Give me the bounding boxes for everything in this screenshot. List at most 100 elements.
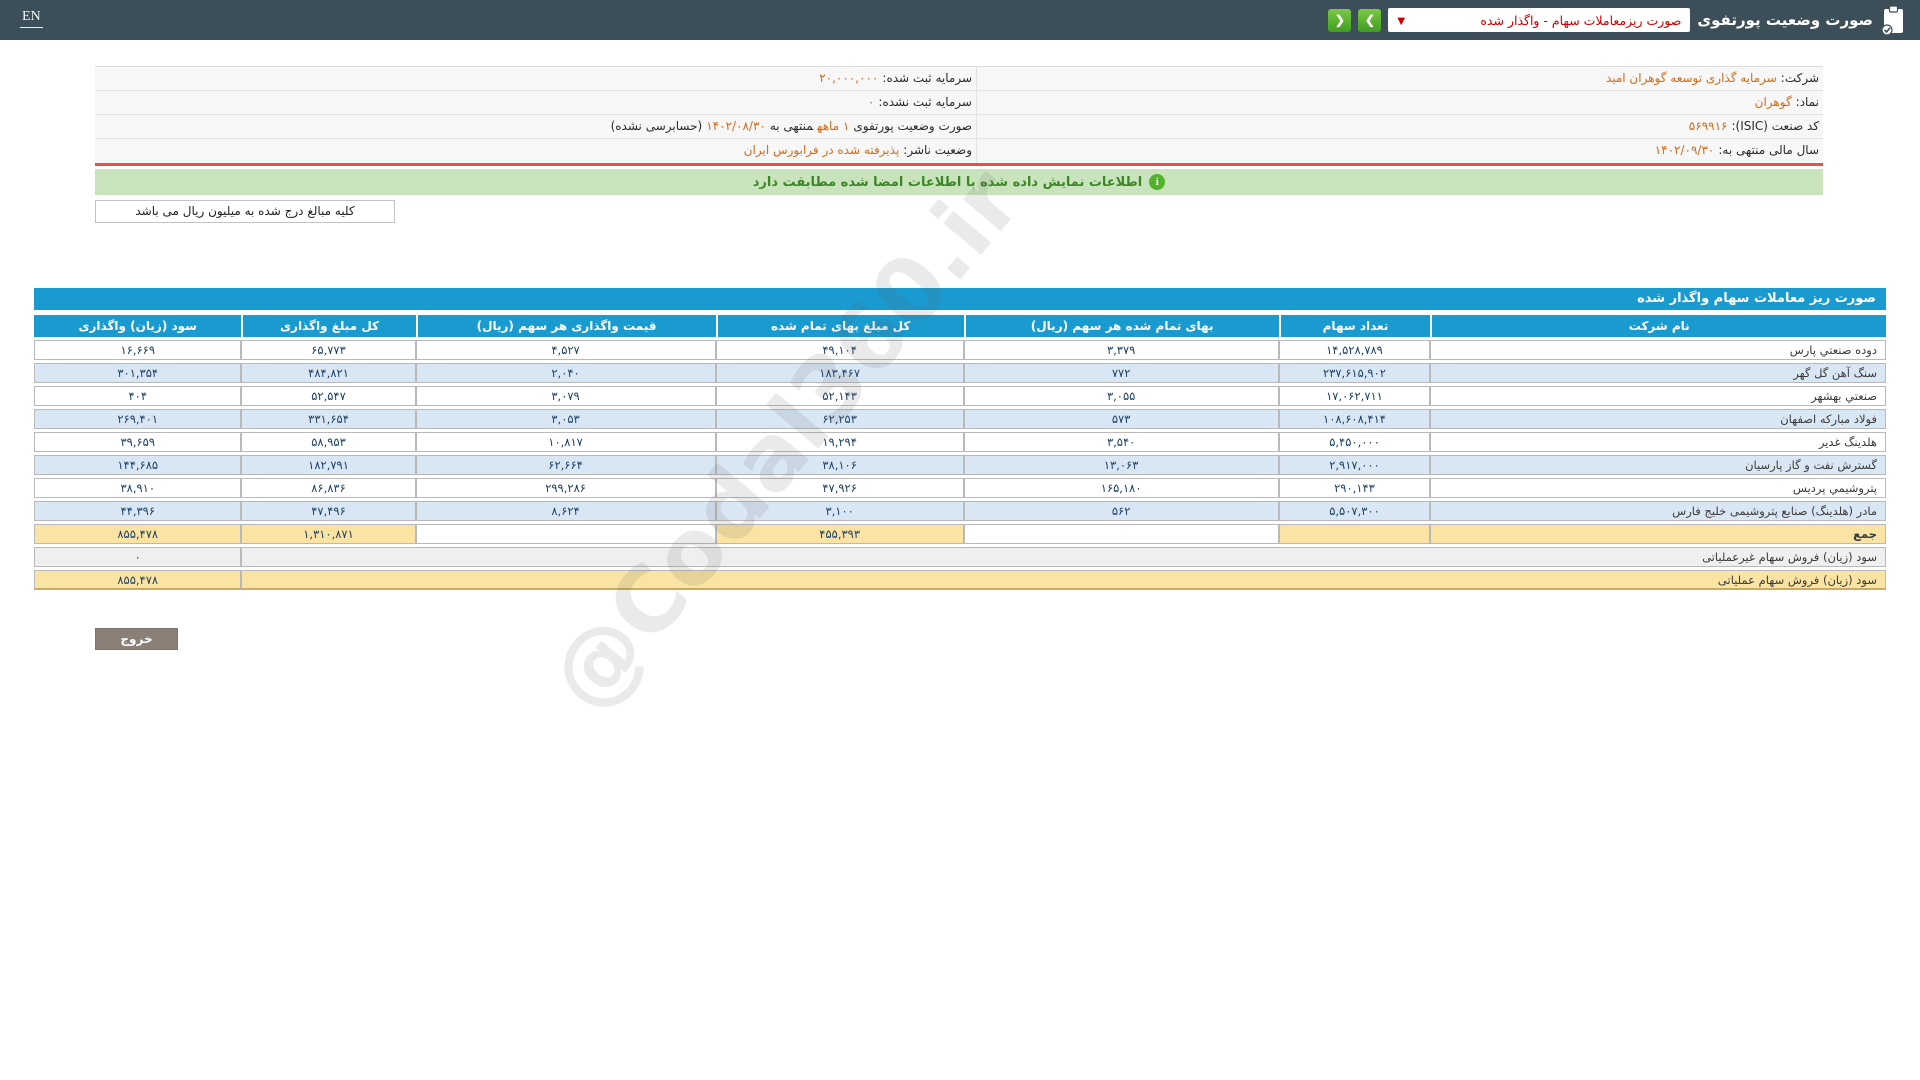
value-cell: ۵,۵۰۷,۳۰۰ (1278, 501, 1431, 521)
table-row: فولاد مبارکه اصفهان ۱۰۸,۶۰۸,۴۱۴ ۵۷۳ ۶۲,۲۵۳ ۳… (34, 409, 1886, 429)
exit-button[interactable]: خروج (95, 628, 178, 650)
info-cell-company-side: شرکت:سرمایه گذاری توسعه گوهران امید (976, 67, 1823, 90)
info-label: نماد: (1795, 95, 1819, 109)
value-cell: ۲۹۹,۲۸۶ (415, 478, 716, 498)
info-value: ۱۴۰۲/۰۸/۳۰ (706, 119, 766, 133)
summary-row: سود (زیان) فروش سهام عملیاتی ۸۵۵,۴۷۸ (34, 570, 1886, 590)
value-cell: ۱۸۳,۴۶۷ (715, 363, 964, 383)
column-header: قیمت واگذاری هر سهم (ریال) (415, 315, 716, 337)
value-cell: ۶۲,۶۶۴ (415, 455, 716, 475)
value-cell: ۸۶,۸۳۶ (241, 478, 416, 498)
column-header: بهای تمام شده هر سهم (ریال) (963, 315, 1279, 337)
info-value: ۲۰,۰۰۰,۰۰۰ (819, 71, 879, 85)
summary-label-cell: سود (زیان) فروش سهام عملیاتی (241, 570, 1886, 590)
value-cell: ۴۸۴,۸۲۱ (241, 363, 416, 383)
table-row: صنعتي بهشهر ۱۷,۰۶۲,۷۱۱ ۳,۰۵۵ ۵۲,۱۴۳ ۳,۰۷۹ ۵۲,… (34, 386, 1886, 406)
column-header: کل مبلغ بهای تمام شده (715, 315, 964, 337)
value-cell: ۴,۵۲۷ (415, 340, 716, 360)
company-name-cell: دوده صنعتي پارس (1430, 340, 1886, 360)
info-value: ۱۴۰۲/۰۹/۳۰ (1654, 143, 1715, 157)
value-cell: ۱۶,۶۶۹ (34, 340, 242, 360)
value-cell: ۱۴۴,۶۸۵ (34, 455, 242, 475)
value-cell: ۱۰۸,۶۰۸,۴۱۴ (1278, 409, 1431, 429)
next-statement-button[interactable]: ❯ (1358, 8, 1382, 32)
total-value-cell: ۴۵۵,۳۹۳ (715, 524, 964, 544)
company-info-table: شرکت:سرمایه گذاری توسعه گوهران امید سرمای… (95, 66, 1823, 166)
value-cell: ۳,۰۷۹ (415, 386, 716, 406)
language-switch-en[interactable]: EN (20, 9, 43, 28)
info-value: ۱ ماهه (817, 119, 850, 133)
value-cell: ۱۶۵,۱۸۰ (963, 478, 1279, 498)
info-cell-capital-side: وضعیت ناشر:پذیرفته شده در فرابورس ایران (95, 139, 976, 163)
statement-type-dropdown[interactable]: صورت ریزمعاملات سهام - واگذار شده ▼ (1388, 8, 1691, 32)
signed-data-banner-text: اطلاعات نمایش داده شده با اطلاعات امضا ش… (752, 174, 1143, 190)
value-cell: ۳۹,۶۵۹ (34, 432, 242, 452)
table-row: گسترش نفت و گاز پارسیان ۲,۹۱۷,۰۰۰ ۱۳,۰۶۳ ۳۸… (34, 455, 1886, 475)
value-cell: ۲۶۹,۴۰۱ (34, 409, 242, 429)
total-value-cell (415, 524, 716, 544)
info-value: پذیرفته شده در فرابورس ایران (743, 143, 900, 157)
table-title: صورت ریز معاملات سهام واگذار شده (34, 288, 1886, 310)
value-cell: ۵۲,۵۴۷ (241, 386, 416, 406)
company-name-cell: سنگ آهن گل گهر (1430, 363, 1886, 383)
currency-unit-note: کلیه مبالغ درج شده به میلیون ریال می باش… (95, 200, 395, 223)
divested-shares-table: نام شرکت تعداد سهام بهای تمام شده هر سهم (… (34, 312, 1886, 593)
value-cell: ۱۴,۵۲۸,۷۸۹ (1278, 340, 1431, 360)
info-row: شرکت:سرمایه گذاری توسعه گوهران امید سرمای… (95, 67, 1823, 91)
info-label: منتهی به (769, 119, 814, 133)
info-label: سرمایه ثبت شده: (882, 71, 972, 85)
value-cell: ۳۸,۹۱۰ (34, 478, 242, 498)
divested-shares-section: صورت ریز معاملات سهام واگذار شده نام شرک… (34, 288, 1886, 593)
table-row: سنگ آهن گل گهر ۲۳۷,۶۱۵,۹۰۲ ۷۷۲ ۱۸۳,۴۶۷ ۲,۰۴۰… (34, 363, 1886, 383)
info-row: نماد:گوهران سرمایه ثبت نشده:۰ (95, 91, 1823, 115)
value-cell: ۴۹,۱۰۴ (715, 340, 964, 360)
company-name-cell: گسترش نفت و گاز پارسیان (1430, 455, 1886, 475)
value-cell: ۴۰۴ (34, 386, 242, 406)
info-cell-capital-side: سرمایه ثبت نشده:۰ (95, 91, 976, 114)
value-cell: ۳,۳۷۹ (963, 340, 1279, 360)
company-name-cell: پتروشیمي پردیس (1430, 478, 1886, 498)
total-value-cell: ۸۵۵,۴۷۸ (34, 524, 242, 544)
value-cell: ۵۸,۹۵۳ (241, 432, 416, 452)
signed-data-banner: i اطلاعات نمایش داده شده با اطلاعات امضا… (95, 169, 1823, 195)
value-cell: ۴۴,۳۹۶ (34, 501, 242, 521)
value-cell: ۳۳۱,۶۵۴ (241, 409, 416, 429)
table-row: هلدینگ غدیر ۵,۴۵۰,۰۰۰ ۳,۵۴۰ ۱۹,۲۹۴ ۱۰,۸۱۷ ۵۸,… (34, 432, 1886, 452)
dropdown-selected-value: صورت ریزمعاملات سهام - واگذار شده (1480, 12, 1682, 28)
info-cell-company-side: کد صنعت (ISIC):۵۶۹۹۱۶ (976, 115, 1823, 138)
summary-value-cell: ۸۵۵,۴۷۸ (34, 570, 242, 590)
info-value: سرمایه گذاری توسعه گوهران امید (1605, 71, 1777, 85)
value-cell: ۲,۰۴۰ (415, 363, 716, 383)
info-circle-icon: i (1149, 174, 1166, 190)
column-header: تعداد سهام (1278, 315, 1431, 337)
chevron-down-icon: ▼ (1397, 15, 1406, 27)
info-cell-company-side: سال مالی منتهی به:۱۴۰۲/۰۹/۳۰ (976, 139, 1823, 163)
value-cell: ۲۹۰,۱۴۳ (1278, 478, 1431, 498)
info-label: سال مالی منتهی به: (1718, 143, 1819, 157)
value-cell: ۴۷,۴۹۶ (241, 501, 416, 521)
summary-value-cell: ۰ (34, 547, 242, 567)
column-header: کل مبلغ واگذاری (241, 315, 416, 337)
info-label: صورت وضعیت پورتفوی (853, 119, 972, 133)
value-cell: ۸,۶۲۴ (415, 501, 716, 521)
info-label: وضعیت ناشر: (903, 143, 972, 157)
total-value-cell: ۱,۳۱۰,۸۷۱ (241, 524, 416, 544)
table-row: مادر (هلدینگ) صنایع پتروشیمی خلیج فارس ۵,… (34, 501, 1886, 521)
info-label: (حسابرسی نشده) (610, 119, 703, 133)
value-cell: ۱۷,۰۶۲,۷۱۱ (1278, 386, 1431, 406)
table-header-row: نام شرکت تعداد سهام بهای تمام شده هر سهم (… (34, 315, 1886, 337)
value-cell: ۳,۱۰۰ (715, 501, 964, 521)
value-cell: ۳,۵۴۰ (963, 432, 1279, 452)
previous-statement-button[interactable]: ❮ (1328, 8, 1352, 32)
topbar-right-cluster: صورت وضعیت پورتفوی صورت ریزمعاملات سهام … (1328, 0, 1906, 40)
info-label: شرکت: (1780, 71, 1819, 85)
summary-label-cell: سود (زیان) فروش سهام غیرعملیاتی (241, 547, 1886, 567)
total-value-cell (963, 524, 1279, 544)
info-label: سرمایه ثبت نشده: (878, 95, 972, 109)
value-cell: ۷۷۲ (963, 363, 1279, 383)
info-row: سال مالی منتهی به:۱۴۰۲/۰۹/۳۰ وضعیت ناشر:پ… (95, 139, 1823, 163)
value-cell: ۳۸,۱۰۶ (715, 455, 964, 475)
column-header: نام شرکت (1430, 315, 1886, 337)
info-row: کد صنعت (ISIC):۵۶۹۹۱۶ صورت وضعیت پورتفوی۱… (95, 115, 1823, 139)
summary-row: سود (زیان) فروش سهام غیرعملیاتی ۰ (34, 547, 1886, 567)
